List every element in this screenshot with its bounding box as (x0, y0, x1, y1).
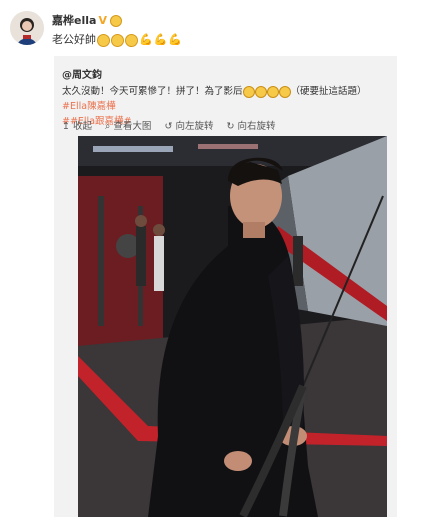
gym-photo[interactable] (78, 136, 387, 518)
rotate-left-icon: ↺ (164, 121, 173, 132)
flexed-arm-icon: 💪 (168, 33, 183, 46)
image-toolbar: ↥ 收起 ⌕ 查看大图 ↺ 向左旋转 ↻ 向右旋转 (62, 118, 286, 132)
collapse-icon: ↥ (62, 121, 70, 132)
grin-emoji-icon (97, 33, 110, 47)
post-author[interactable]: 嘉桦ella V (52, 12, 122, 28)
rotate-left-button[interactable]: ↺ 向左旋转 (164, 121, 213, 132)
grin-emoji-icon (109, 15, 122, 27)
post-author-name[interactable]: 嘉桦ella (52, 14, 96, 27)
flexed-arm-icon: 💪 (153, 33, 168, 46)
repost-card: @周文鈞 太久沒動！今天可累慘了！拼了！為了影后 （硬要扯這話題） #Ella陳嘉樺… (54, 56, 397, 518)
flexed-arm-icon: 💪 (139, 33, 153, 46)
hashtag-ella[interactable]: #Ella陳嘉樺 (62, 101, 116, 112)
repost-text-main: 太久沒動！今天可累慘了！拼了！為了影后 (62, 86, 243, 97)
search-icon: ⌕ (105, 121, 111, 132)
post-text: 老公好帥 (52, 33, 96, 46)
verified-icon: V (98, 14, 107, 27)
grin-emoji-icon (278, 85, 291, 98)
grin-emoji-icon (266, 85, 279, 98)
avatar[interactable] (10, 11, 44, 45)
repost-author[interactable]: @周文鈞 (62, 66, 102, 81)
grin-emoji-icon (125, 33, 138, 47)
view-large-button[interactable]: ⌕ 查看大图 (105, 121, 151, 132)
rotate-right-icon: ↻ (226, 121, 235, 132)
post-text-line: 老公好帥 💪💪💪 (52, 31, 182, 47)
collapse-button[interactable]: ↥ 收起 (62, 121, 92, 132)
repost-text-tail: （硬要扯這話題） (290, 86, 367, 97)
grin-emoji-icon (111, 33, 124, 47)
grin-emoji-icon (242, 85, 255, 98)
rotate-right-button[interactable]: ↻ 向右旋转 (227, 121, 276, 132)
grin-emoji-icon (254, 85, 267, 98)
